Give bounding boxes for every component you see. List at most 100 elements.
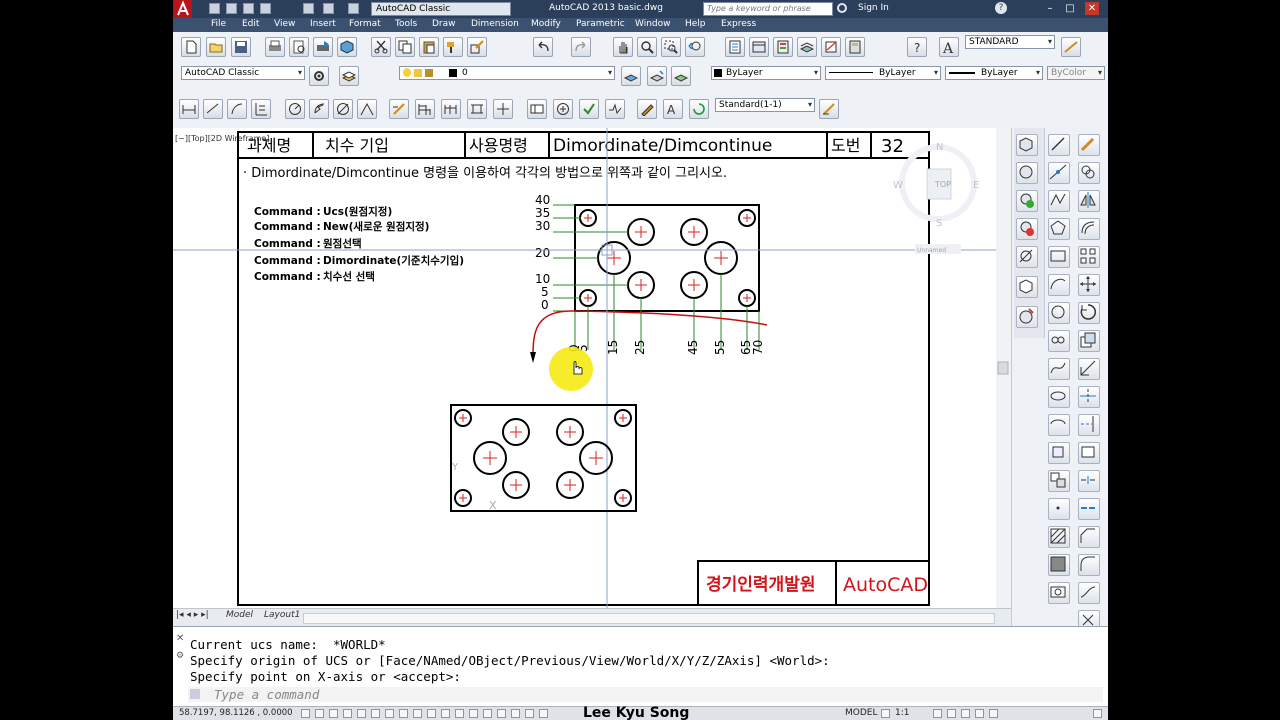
app-logo-icon[interactable]: [174, 0, 192, 18]
extrude-icon[interactable]: [1016, 276, 1038, 298]
quick-view-layouts-icon[interactable]: [881, 709, 890, 718]
dimension-style-icon[interactable]: [819, 99, 839, 119]
dim-linear-icon[interactable]: [179, 99, 199, 119]
annotation-scale[interactable]: 1:1: [895, 708, 909, 718]
tab-layout1[interactable]: Layout1: [264, 610, 300, 620]
blend-curves-icon[interactable]: [1078, 582, 1100, 604]
units-icon[interactable]: [525, 709, 534, 718]
plot-icon[interactable]: [265, 37, 285, 57]
markup-icon[interactable]: [821, 37, 841, 57]
minimize-button[interactable]: –: [1043, 2, 1057, 15]
arc-icon[interactable]: [1048, 274, 1070, 296]
annotation-visibility-icon[interactable]: [933, 709, 942, 718]
polygon-icon[interactable]: [1048, 218, 1070, 240]
ucs-menu-label[interactable]: Unnamed: [917, 247, 946, 254]
pan-icon[interactable]: [613, 37, 633, 57]
dim-arclength-icon[interactable]: [227, 99, 247, 119]
new-icon[interactable]: [209, 3, 220, 14]
tab-model[interactable]: Model: [226, 610, 253, 620]
design-center-icon[interactable]: [749, 37, 769, 57]
object-snap-tracking-icon[interactable]: [399, 709, 408, 718]
erase-icon[interactable]: [1078, 134, 1100, 156]
tool-palettes-icon[interactable]: [773, 37, 793, 57]
join-icon[interactable]: [1078, 498, 1100, 520]
paste-icon[interactable]: [419, 37, 439, 57]
polyline-icon[interactable]: [1048, 190, 1070, 212]
vertical-scroll-thumb[interactable]: [997, 361, 1009, 375]
viewcube-west[interactable]: W: [893, 180, 903, 191]
annotation-monitor-icon[interactable]: [497, 709, 506, 718]
help-tool-icon[interactable]: ?: [907, 37, 927, 57]
qnew-icon[interactable]: [181, 37, 201, 57]
dim-style-combo[interactable]: Standard(1-1): [715, 98, 815, 112]
dim-baseline-icon[interactable]: [415, 99, 435, 119]
command-settings-icon[interactable]: ⚙: [176, 651, 184, 661]
dim-angular-icon[interactable]: [357, 99, 377, 119]
rotate-icon[interactable]: [1078, 302, 1100, 324]
command-close-icon[interactable]: ✕: [176, 633, 184, 644]
sheet-set-icon[interactable]: [797, 37, 817, 57]
properties-icon[interactable]: [725, 37, 745, 57]
sweep-icon[interactable]: [1016, 246, 1038, 268]
block-editor-icon[interactable]: [467, 37, 487, 57]
copy-icon[interactable]: [395, 37, 415, 57]
viewcube-east[interactable]: E: [973, 180, 979, 191]
dim-jogged-icon[interactable]: [309, 99, 329, 119]
menu-view[interactable]: View: [274, 19, 295, 29]
revision-cloud-icon[interactable]: [1048, 330, 1070, 352]
print-icon[interactable]: [303, 3, 314, 14]
break-at-point-icon[interactable]: [1078, 470, 1100, 492]
insert-block-icon[interactable]: [1048, 442, 1070, 464]
dynamic-ucs-icon[interactable]: [413, 709, 422, 718]
search-icon[interactable]: [837, 3, 847, 13]
menu-format[interactable]: Format: [349, 19, 381, 29]
chamfer-icon[interactable]: [1078, 526, 1100, 548]
maximize-button[interactable]: □: [1063, 2, 1077, 15]
zoom-realtime-icon[interactable]: [637, 37, 657, 57]
help-icon[interactable]: ?: [995, 2, 1007, 14]
dim-diameter-icon[interactable]: [333, 99, 353, 119]
line-icon[interactable]: [1048, 134, 1070, 156]
redo-icon[interactable]: [348, 3, 359, 14]
move-icon[interactable]: [1078, 274, 1100, 296]
menu-modify[interactable]: Modify: [531, 19, 561, 29]
coordinate-readout[interactable]: 58.7197, 98.1126 , 0.0000: [179, 708, 293, 718]
workspace-switching-icon[interactable]: [947, 709, 956, 718]
viewcube-north[interactable]: N: [936, 142, 943, 153]
make-block-icon[interactable]: [1048, 470, 1070, 492]
construction-line-icon[interactable]: [1048, 162, 1070, 184]
close-button[interactable]: ✕: [1085, 2, 1099, 15]
dim-continue-icon[interactable]: [441, 99, 461, 119]
viewcube-top-face[interactable]: TOP: [934, 180, 951, 189]
region-icon[interactable]: [1048, 582, 1070, 604]
dim-style-icon[interactable]: [1061, 37, 1081, 57]
isodraft-icon[interactable]: [539, 709, 548, 718]
workspace-combo[interactable]: AutoCAD Classic: [371, 2, 511, 16]
color-combo[interactable]: ByLayer: [711, 66, 821, 80]
workspace-settings-icon[interactable]: [309, 66, 329, 86]
redo-tool-icon[interactable]: [571, 37, 591, 57]
mirror-icon[interactable]: [1078, 190, 1100, 212]
open-icon[interactable]: [226, 3, 237, 14]
spline-icon[interactable]: [1048, 358, 1070, 380]
workspace-select[interactable]: AutoCAD Classic: [181, 66, 305, 80]
match-properties-icon[interactable]: [443, 37, 463, 57]
menu-dimension[interactable]: Dimension: [471, 19, 519, 29]
dynamic-input-icon[interactable]: [427, 709, 436, 718]
solid-edit-icon[interactable]: [1016, 306, 1038, 328]
center-mark-icon[interactable]: [553, 99, 573, 119]
lineweight-combo[interactable]: ByLayer: [945, 66, 1043, 80]
save-file-icon[interactable]: [231, 37, 251, 57]
menu-express[interactable]: Express: [721, 19, 756, 29]
quickcalc-icon[interactable]: [845, 37, 865, 57]
layer-previous-icon[interactable]: [647, 66, 667, 86]
dim-break-icon[interactable]: [493, 99, 513, 119]
viewcube-south[interactable]: S: [936, 218, 942, 229]
isolate-objects-icon[interactable]: [975, 709, 984, 718]
gizmo-icon[interactable]: [511, 709, 520, 718]
copy-object-icon[interactable]: [1078, 162, 1100, 184]
transparency-icon[interactable]: [455, 709, 464, 718]
gradient-icon[interactable]: [1048, 554, 1070, 576]
ellipse-arc-icon[interactable]: [1048, 414, 1070, 436]
dim-edit-icon[interactable]: [637, 99, 657, 119]
